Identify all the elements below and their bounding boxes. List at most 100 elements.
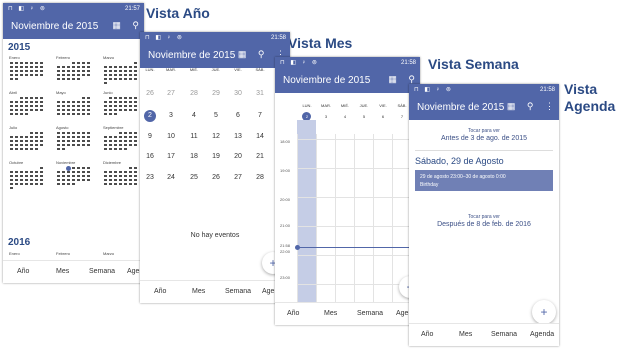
nav-year[interactable]: Año [287, 310, 299, 317]
more-icon[interactable]: ⋮ [545, 101, 554, 111]
week-date-selected[interactable]: 2 [300, 114, 314, 119]
month-name[interactable]: Febrero [56, 251, 70, 256]
day-cell[interactable]: 18 [184, 153, 204, 160]
search-icon[interactable]: ⚲ [258, 49, 265, 59]
month-block[interactable]: Septiembre [103, 125, 143, 155]
week-date[interactable]: 5 [357, 114, 371, 119]
day-cell[interactable]: 25 [184, 174, 204, 181]
month-block[interactable]: Marzo [103, 55, 143, 85]
mini-day [86, 187, 91, 190]
day-cell[interactable]: 5 [206, 112, 226, 119]
day-cell[interactable]: 26 [206, 174, 226, 181]
agenda-event[interactable]: 29 de agosto 23:00–30 de agosto 0:00 Bir… [415, 170, 553, 191]
mini-day [39, 74, 44, 77]
mini-day [133, 140, 138, 143]
calendar-icon[interactable]: ▦ [238, 49, 247, 59]
day-cell[interactable]: 23 [140, 174, 160, 181]
calendar-icon[interactable]: ▦ [388, 74, 397, 84]
nav-week[interactable]: Semana [357, 310, 383, 317]
day-cell[interactable]: 28 [184, 90, 204, 97]
bottom-nav: Año Mes Semana Agenda [409, 323, 559, 346]
label-vista-mes: Vista Mes [288, 35, 353, 51]
month-name: Noviembre [56, 160, 76, 165]
search-icon[interactable]: ⚲ [132, 20, 139, 30]
day-cell[interactable]: 4 [184, 112, 204, 119]
month-block[interactable]: Diciembre [103, 160, 143, 190]
tap-hint-before[interactable]: Tocar para ver [409, 128, 559, 134]
mini-day [39, 144, 44, 147]
day-cell[interactable]: 31 [250, 90, 270, 97]
calendar-icon[interactable]: ▦ [507, 101, 516, 111]
month-title[interactable]: Noviembre de 2015 [417, 102, 504, 113]
month-name[interactable]: Enero [9, 251, 20, 256]
mini-day [39, 62, 44, 65]
mini-day [86, 148, 91, 151]
nav-month[interactable]: Mes [192, 288, 205, 295]
month-block[interactable]: Febrero [56, 55, 96, 85]
mini-day [86, 82, 91, 85]
day-cell[interactable]: 7 [250, 112, 270, 119]
day-cell-selected[interactable]: 2 [140, 112, 160, 119]
day-cell[interactable]: 29 [206, 90, 226, 97]
calendar-icon[interactable]: ▦ [112, 20, 121, 30]
week-date[interactable]: 6 [376, 114, 390, 119]
mini-day [39, 140, 44, 143]
week-date[interactable]: 3 [319, 114, 333, 119]
day-cell[interactable]: 27 [161, 90, 181, 97]
nav-year[interactable]: Año [421, 331, 433, 338]
day-cell[interactable]: 30 [228, 90, 248, 97]
day-cell[interactable]: 19 [206, 153, 226, 160]
week-date[interactable]: 4 [338, 114, 352, 119]
day-cell[interactable]: 14 [250, 133, 270, 140]
month-block[interactable]: Octubre [9, 160, 49, 190]
next-year-title: 2016 [8, 237, 31, 248]
status-icons: ⊓ ◧ ♀ ⊚ [8, 6, 47, 12]
tap-hint-after[interactable]: Tocar para ver [409, 214, 559, 220]
week-date[interactable]: 7 [395, 114, 409, 119]
nav-week[interactable]: Semana [225, 288, 251, 295]
month-title[interactable]: Noviembre de 2015 [148, 50, 235, 61]
search-icon[interactable]: ⚲ [408, 74, 415, 84]
month-block[interactable]: Noviembre [56, 160, 96, 190]
nav-month[interactable]: Mes [459, 331, 472, 338]
month-block[interactable]: Junio [103, 90, 143, 120]
mini-day [133, 74, 138, 77]
day-cell[interactable]: 17 [161, 153, 181, 160]
before-range-link[interactable]: Antes de 3 de ago. de 2015 [409, 135, 559, 142]
weekday-label: MIÉ. [189, 67, 199, 72]
day-cell[interactable]: 13 [228, 133, 248, 140]
day-cell[interactable]: 16 [140, 153, 160, 160]
day-cell[interactable]: 24 [161, 174, 181, 181]
search-icon[interactable]: ⚲ [527, 101, 534, 111]
nav-month[interactable]: Mes [324, 310, 337, 317]
month-block[interactable]: Mayo [56, 90, 96, 120]
day-cell[interactable]: 12 [206, 133, 226, 140]
nav-week[interactable]: Semana [491, 331, 517, 338]
nav-year[interactable]: Año [154, 288, 166, 295]
add-event-button[interactable]: + [532, 300, 556, 324]
weekday-label: JUE. [359, 103, 369, 108]
month-title[interactable]: Noviembre de 2015 [283, 75, 370, 86]
day-cell[interactable]: 6 [228, 112, 248, 119]
day-cell[interactable]: 10 [161, 133, 181, 140]
month-name[interactable]: Marzo [103, 251, 114, 256]
month-block[interactable]: Enero [9, 55, 49, 85]
nav-agenda[interactable]: Agenda [530, 331, 554, 338]
day-cell[interactable]: 11 [184, 133, 204, 140]
nav-week[interactable]: Semana [89, 268, 115, 275]
day-cell[interactable]: 27 [228, 174, 248, 181]
day-cell[interactable]: 20 [228, 153, 248, 160]
month-title[interactable]: Noviembre de 2015 [11, 21, 98, 32]
hour-label: 20:00 [280, 197, 291, 202]
month-block[interactable]: Julio [9, 125, 49, 155]
nav-year[interactable]: Año [17, 268, 29, 275]
day-cell[interactable]: 21 [250, 153, 270, 160]
month-block[interactable]: Abril [9, 90, 49, 120]
day-cell[interactable]: 26 [140, 90, 160, 97]
nav-month[interactable]: Mes [56, 268, 69, 275]
month-block[interactable]: Agosto [56, 125, 96, 155]
after-range-link[interactable]: Después de 8 de feb. de 2016 [409, 221, 559, 228]
day-cell[interactable]: 9 [140, 133, 160, 140]
day-cell[interactable]: 28 [250, 174, 270, 181]
day-cell[interactable]: 3 [161, 112, 181, 119]
